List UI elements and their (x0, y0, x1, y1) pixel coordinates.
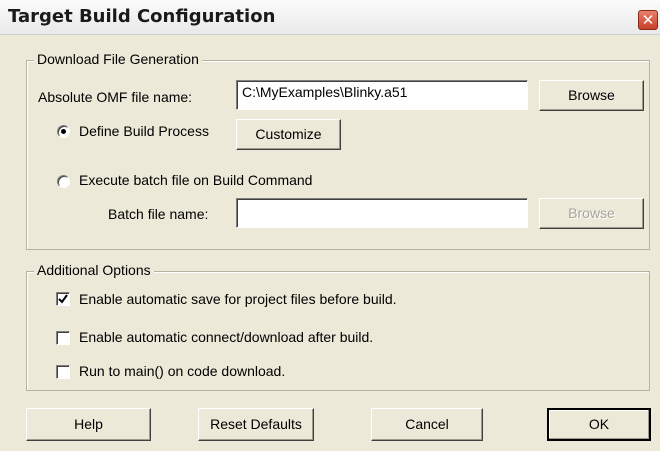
execute-batch-radio[interactable] (57, 175, 70, 188)
help-button[interactable]: Help (26, 408, 151, 441)
define-build-label[interactable]: Define Build Process (79, 123, 209, 139)
omf-file-value: C:\MyExamples\Blinky.a51 (242, 84, 408, 100)
reset-defaults-button[interactable]: Reset Defaults (198, 408, 314, 441)
auto-connect-checkbox[interactable] (56, 331, 70, 345)
omf-file-label: Absolute OMF file name: (38, 89, 193, 105)
run-to-main-checkbox[interactable] (56, 365, 70, 379)
customize-button[interactable]: Customize (236, 119, 341, 150)
execute-batch-label[interactable]: Execute batch file on Build Command (79, 172, 312, 188)
ok-button[interactable]: OK (547, 408, 651, 441)
batch-file-label: Batch file name: (108, 206, 209, 222)
checkmark-icon (58, 294, 68, 304)
run-to-main-label[interactable]: Run to main() on code download. (79, 363, 285, 379)
window-title: Target Build Configuration (8, 6, 276, 27)
auto-connect-label[interactable]: Enable automatic connect/download after … (79, 329, 373, 345)
auto-save-label[interactable]: Enable automatic save for project files … (79, 291, 397, 307)
omf-file-input[interactable]: C:\MyExamples\Blinky.a51 (236, 80, 528, 110)
title-bar: Target Build Configuration ✕ (0, 0, 660, 35)
download-group-label: Download File Generation (34, 51, 202, 67)
close-icon: ✕ (641, 11, 655, 29)
close-button[interactable]: ✕ (638, 10, 658, 30)
define-build-radio[interactable] (57, 125, 70, 138)
cancel-button[interactable]: Cancel (371, 408, 483, 441)
omf-browse-button[interactable]: Browse (539, 80, 644, 111)
additional-options-label: Additional Options (34, 262, 154, 278)
auto-save-checkbox[interactable] (56, 292, 70, 306)
batch-browse-button: Browse (539, 198, 644, 229)
batch-file-input[interactable] (236, 198, 528, 228)
